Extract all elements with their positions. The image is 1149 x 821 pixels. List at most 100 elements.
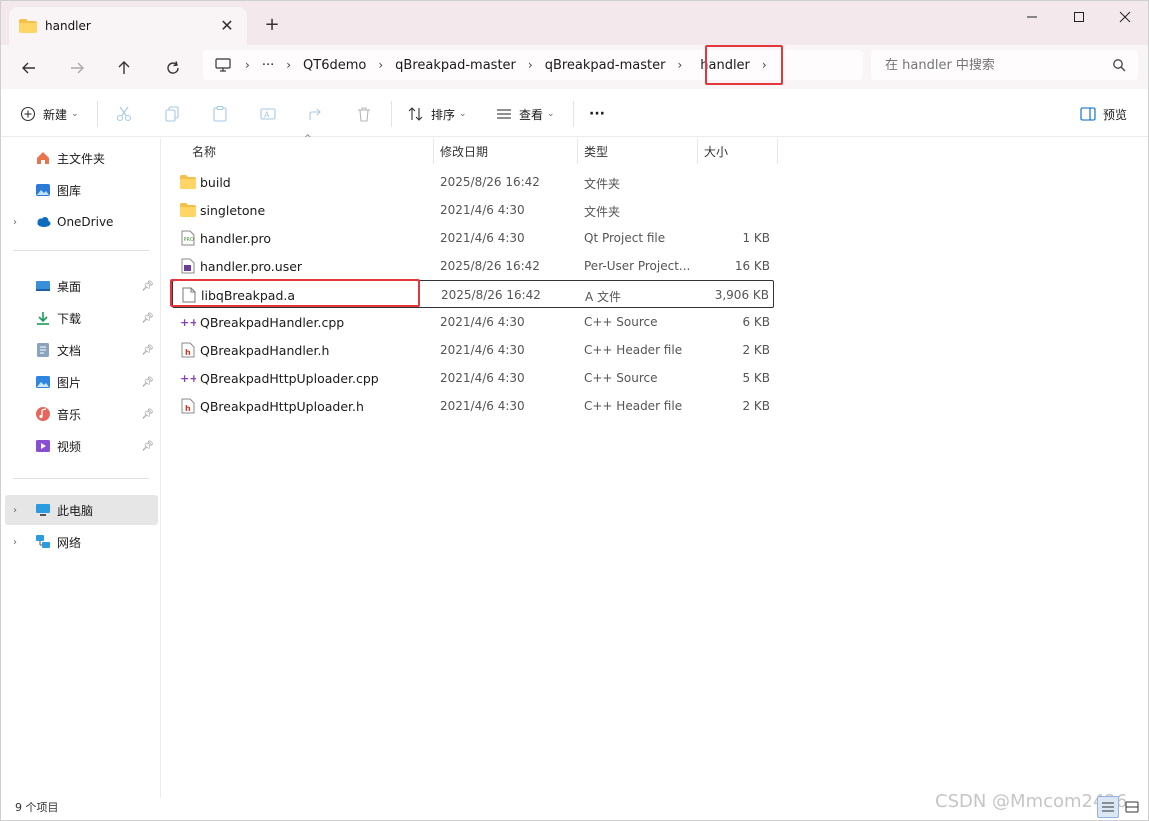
sidebar-item-label: 视频 [57,439,82,454]
view-button[interactable]: 查看 ⌄ [495,101,555,127]
file-row[interactable]: h QBreakpadHandler.h 2021/4/6 4:30 C++ H… [172,336,774,364]
cpp-file-icon: ++ [180,314,196,330]
sidebar-item-videos[interactable]: 视频 📌︎ [5,431,158,461]
sidebar-item-home[interactable]: 主文件夹 [5,143,158,173]
file-row[interactable]: build 2025/8/26 16:42 文件夹 [172,168,774,196]
file-date: 2021/4/6 4:30 [440,371,525,385]
close-window-button[interactable] [1102,1,1148,33]
column-header-size[interactable]: 大小 [704,138,728,164]
column-header-name[interactable]: 名称 [192,138,216,164]
tiles-view-button[interactable] [1121,796,1143,818]
file-row[interactable]: ++ QBreakpadHandler.cpp 2021/4/6 4:30 C+… [172,308,774,336]
paste-button[interactable] [211,101,229,127]
column-divider[interactable] [433,138,434,164]
minimize-button[interactable] [1009,1,1055,33]
pin-icon[interactable]: 📌︎ [141,409,154,420]
file-row[interactable]: PRO handler.pro 2021/4/6 4:30 Qt Project… [172,224,774,252]
breadcrumb-item[interactable]: qBreakpad-master [541,58,670,73]
search-input[interactable] [885,57,1105,73]
copy-button[interactable] [163,101,181,127]
file-row[interactable]: ++ QBreakpadHttpUploader.cpp 2021/4/6 4:… [172,364,774,392]
file-date: 2021/4/6 4:30 [440,399,525,413]
sidebar-item-gallery[interactable]: 图库 [5,175,158,205]
chevron-right-icon[interactable]: › [13,537,17,548]
sidebar-item-this-pc[interactable]: › 此电脑 [5,495,158,525]
sidebar-item-music[interactable]: 音乐 📌︎ [5,399,158,429]
sidebar-item-label: OneDrive [57,215,114,229]
rename-button[interactable]: A [259,101,277,127]
h-file-icon: h [180,342,196,358]
tab-handler[interactable]: handler ✕ [9,7,247,45]
new-tab-button[interactable]: + [259,13,285,37]
sidebar-item-label: 文档 [57,343,82,358]
user-file-icon [180,258,196,274]
sidebar-item-downloads[interactable]: 下载 📌︎ [5,303,158,333]
cut-button[interactable] [115,101,133,127]
maximize-button[interactable] [1056,1,1102,33]
sidebar-item-documents[interactable]: 文档 📌︎ [5,335,158,365]
search-box[interactable] [871,50,1138,80]
chevron-down-icon: ⌄ [71,109,79,119]
file-type: Per-User Project... [584,259,691,273]
breadcrumb-item[interactable]: qBreakpad-master [391,58,520,73]
forward-button[interactable] [62,53,92,83]
pictures-icon [35,374,51,390]
preview-pane-button[interactable]: 预览 [1079,101,1127,127]
documents-icon [35,342,51,358]
file-size: 5 KB [742,371,770,385]
details-view-button[interactable] [1097,796,1119,818]
download-icon [35,310,51,326]
file-type: C++ Header file [584,343,683,357]
title-bar: handler ✕ + [1,1,1148,45]
share-button[interactable] [307,101,325,127]
close-tab-icon[interactable]: ✕ [217,16,237,36]
column-header-type[interactable]: 类型 [584,138,608,164]
sidebar-item-label: 网络 [57,535,82,550]
plus-circle-icon [19,105,37,123]
close-icon [1119,11,1131,23]
file-row[interactable]: handler.pro.user 2025/8/26 16:42 Per-Use… [172,252,774,280]
column-divider[interactable] [777,138,778,164]
file-row[interactable]: h QBreakpadHttpUploader.h 2021/4/6 4:30 … [172,392,774,420]
new-button[interactable]: 新建 ⌄ [19,101,79,127]
chevron-right-icon[interactable]: › [13,217,17,228]
pin-icon[interactable]: 📌︎ [141,377,154,388]
file-date: 2021/4/6 4:30 [440,315,525,329]
sort-button[interactable]: 排序 ⌄ [407,101,467,127]
preview-pane-icon [1079,105,1097,123]
pin-icon[interactable]: 📌︎ [141,345,154,356]
sidebar-item-onedrive[interactable]: › OneDrive [5,207,158,237]
sidebar-item-pictures[interactable]: 图片 📌︎ [5,367,158,397]
share-icon [307,105,325,123]
column-divider[interactable] [697,138,698,164]
computer-icon [35,502,51,518]
chevron-right-icon[interactable]: › [13,505,17,516]
file-size: 6 KB [742,315,770,329]
pin-icon[interactable]: 📌︎ [141,313,154,324]
home-icon [35,150,51,166]
tiles-view-icon [1125,801,1139,813]
back-button[interactable] [14,53,44,83]
pin-icon[interactable]: 📌︎ [141,441,154,452]
view-lines-icon [495,105,513,123]
more-options-button[interactable]: ··· [589,101,605,127]
arrow-up-icon [118,61,130,74]
file-row[interactable]: singletone 2021/4/6 4:30 文件夹 [172,196,774,224]
refresh-button[interactable] [158,53,188,83]
file-name: singletone [200,203,266,218]
file-type: C++ Header file [584,399,683,413]
pin-icon[interactable]: 📌︎ [141,281,154,292]
scissors-icon [115,105,133,123]
sidebar-divider [13,250,149,251]
sidebar-item-network[interactable]: › 网络 [5,527,158,557]
delete-button[interactable] [355,101,373,127]
up-button[interactable] [109,53,139,83]
column-header-date[interactable]: 修改日期 [440,138,488,164]
column-divider[interactable] [577,138,578,164]
file-type: C++ Source [584,315,658,329]
svg-text:++: ++ [180,372,196,385]
file-name: handler.pro [200,231,272,246]
breadcrumb-item[interactable]: QT6demo [299,58,370,73]
sidebar-item-desktop[interactable]: 桌面 📌︎ [5,271,158,301]
breadcrumb-ellipsis[interactable]: ··· [258,58,278,73]
